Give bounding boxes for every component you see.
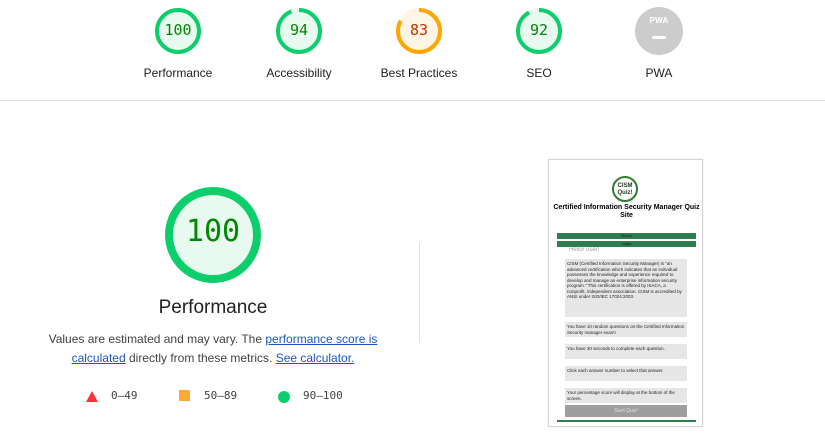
pwa-dash-icon [652,36,666,39]
site-title: Certified Information Security Manager Q… [553,204,700,219]
pwa-badge-icon [635,7,683,55]
gauge-seo[interactable]: 92 SEO [489,6,589,80]
gauge-score: 83 [409,21,429,39]
gauge-performance[interactable]: 100 Performance [128,6,228,80]
gauge-pwa[interactable]: PWA PWA [609,6,709,80]
hello-text: Hello! user! [569,247,600,253]
final-screenshot[interactable]: CISM Quiz! Certified Information Securit… [548,159,703,427]
gauge-label: Performance [143,66,213,80]
see-calculator-link[interactable]: See calculator. [276,351,355,365]
nav-bar-home: Home [557,233,696,239]
desc-text: Values are estimated and may vary. The [48,332,266,346]
legend-label: 90–100 [303,389,343,402]
gauge-best-practices[interactable]: 83 Best Practices [369,6,469,80]
gauge-score: 100 [164,21,192,39]
circle-icon [278,391,290,403]
gauge-score: 94 [289,21,309,39]
bottom-bar [557,420,696,422]
legend-label: 0–49 [111,389,138,402]
main-score: 100 [185,214,241,249]
score-description: Values are estimated and may vary. The p… [40,330,386,368]
logo-text: Quiz! [617,190,633,196]
info-box: Your percentage score will display at th… [565,388,687,403]
gauge-label: PWA [645,66,673,80]
gauge-label: Best Practices [380,66,458,80]
triangle-icon [86,391,98,402]
logo-text: CISM [617,183,633,189]
start-quiz-button: Start Quiz! [565,405,687,417]
info-box: You have 10 random questions on the Cert… [565,322,687,337]
info-box: You have 30 seconds to complete each que… [565,344,687,359]
desc-text: directly from these metrics. [125,351,276,365]
main-title: Performance [158,297,268,318]
gauge-accessibility[interactable]: 94 Accessibility [249,6,349,80]
legend-label: 50–89 [204,389,238,402]
gauge-label: SEO [526,66,552,80]
category-gauges: 100 Performance 94 Accessibility 83 Best… [0,0,825,101]
gauge-label: Accessibility [266,66,332,80]
square-icon [179,390,190,401]
performance-main-gauge: 100 [163,185,263,285]
gauge-score: 92 [529,21,549,39]
info-box: Click each answer number to select that … [565,366,687,381]
pwa-badge-text: PWA [649,16,669,25]
divider [419,243,420,343]
info-box: CISM (Certified Information Security Man… [565,259,687,317]
site-logo: CISM Quiz! [612,176,638,202]
